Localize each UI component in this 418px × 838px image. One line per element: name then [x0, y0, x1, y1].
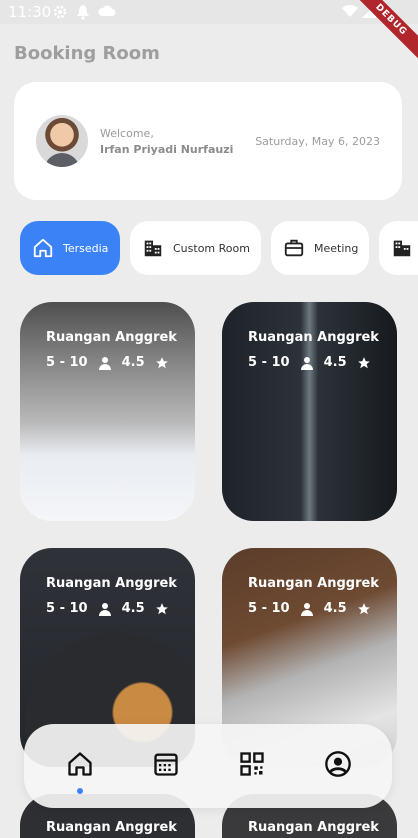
- status-time: 11:30: [8, 3, 52, 21]
- bell-icon: [77, 5, 89, 20]
- wifi-icon: [342, 4, 358, 18]
- chip-more[interactable]: [379, 221, 418, 275]
- status-bar: 11:30 DEBUG: [0, 0, 418, 65]
- room-stats: 5 - 10 4.5: [248, 355, 381, 370]
- chip-tersedia[interactable]: Tersedia: [20, 221, 120, 275]
- home-icon[interactable]: [66, 750, 94, 778]
- room-title: Ruangan Anggrek: [248, 576, 379, 591]
- room-rating: 4.5: [323, 601, 347, 616]
- bottom-navigation: [24, 724, 392, 808]
- room-title: Ruangan Anggrek: [46, 330, 177, 345]
- calendar-icon[interactable]: [152, 750, 180, 778]
- category-chips: Tersedia Custom Room Meeting: [20, 221, 418, 276]
- star-icon: [155, 356, 168, 368]
- room-card[interactable]: Ruangan Anggrek 5 - 10 4.5: [222, 302, 397, 521]
- cloud-icon: [98, 5, 116, 16]
- user-name: Irfan Priyadi Nurfauzi: [100, 143, 234, 156]
- briefcase-icon: [284, 239, 304, 257]
- room-title: Ruangan Anggrek: [248, 820, 379, 835]
- profile-card: Welcome, Irfan Priyadi Nurfauzi Saturday…: [14, 82, 402, 200]
- avatar[interactable]: [36, 115, 88, 167]
- home-icon: [33, 238, 53, 258]
- room-capacity: 5 - 10: [248, 355, 290, 370]
- account-icon[interactable]: [324, 750, 352, 778]
- page-title: Booking Room: [14, 43, 160, 64]
- welcome-text: Welcome,: [100, 127, 154, 140]
- room-rating: 4.5: [323, 355, 347, 370]
- room-stats: 5 - 10 4.5: [46, 601, 179, 616]
- room-stats: 5 - 10 4.5: [248, 601, 381, 616]
- room-rating: 4.5: [121, 601, 145, 616]
- room-stats: 5 - 10 4.5: [46, 355, 179, 370]
- chip-label: Tersedia: [63, 241, 109, 255]
- star-icon: [357, 356, 370, 368]
- chip-custom-room[interactable]: Custom Room: [130, 221, 261, 275]
- room-title: Ruangan Anggrek: [46, 820, 177, 835]
- room-card[interactable]: Ruangan Anggrek 5 - 10 4.5: [20, 302, 195, 521]
- active-indicator: [77, 788, 83, 794]
- qr-code-icon[interactable]: [238, 750, 266, 778]
- chip-meeting[interactable]: Meeting: [271, 221, 369, 275]
- room-capacity: 5 - 10: [46, 601, 88, 616]
- star-icon: [155, 602, 168, 614]
- room-title: Ruangan Anggrek: [46, 576, 177, 591]
- person-icon: [98, 602, 111, 616]
- chip-label: Meeting: [314, 241, 359, 255]
- person-icon: [300, 356, 313, 370]
- room-capacity: 5 - 10: [248, 601, 290, 616]
- room-capacity: 5 - 10: [46, 355, 88, 370]
- room-rating: 4.5: [121, 355, 145, 370]
- room-title: Ruangan Anggrek: [248, 330, 379, 345]
- chip-label: Custom Room: [173, 241, 250, 255]
- gear-icon: [53, 5, 67, 19]
- person-icon: [300, 602, 313, 616]
- building-icon: [144, 240, 162, 257]
- star-icon: [357, 602, 370, 614]
- building-icon: [393, 240, 411, 257]
- person-icon: [98, 356, 111, 370]
- current-date: Saturday, May 6, 2023: [255, 135, 380, 148]
